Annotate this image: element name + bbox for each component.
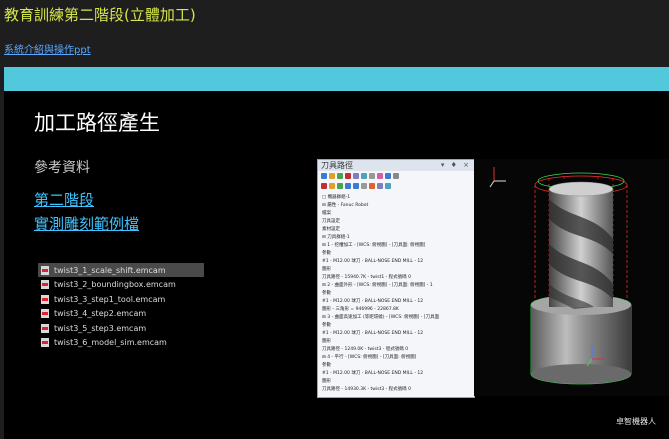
tree-node[interactable]: #1 - M12.00 球刀 - BALL-NOSE END MILL - 12 [322, 258, 474, 266]
slide-title: 加工路徑產生 [34, 111, 160, 135]
file-name: twist3_4_step2.emcam [54, 309, 147, 318]
stage-two-link[interactable]: 第二階段 [34, 189, 94, 210]
file-item[interactable]: twist3_4_step2.emcam [38, 307, 204, 321]
twisted-shaft [548, 181, 614, 309]
file-item[interactable]: twist3_5_step3.emcam [38, 321, 204, 335]
display-toolpath-icon[interactable] [377, 183, 383, 189]
system-intro-link[interactable]: 系統介紹與操作ppt [4, 41, 91, 56]
expand-icon[interactable] [329, 183, 335, 189]
page-title: 教育訓練第二階段(立體加工) [4, 6, 196, 24]
tree-node[interactable]: 素材設定 [322, 226, 474, 234]
tree-node[interactable]: 檔案 [322, 210, 474, 218]
tree-node[interactable]: 圖形 [322, 266, 474, 274]
select-all-icon[interactable] [321, 173, 327, 179]
display-tool-icon[interactable] [385, 183, 391, 189]
tree-node[interactable]: 圖形 - 三角形 = 946996 - 22867.8K [322, 306, 474, 314]
file-name: twist3_6_model_sim.emcam [54, 338, 167, 347]
lock-icon[interactable] [369, 173, 375, 179]
tree-node[interactable]: 參數 [322, 250, 474, 258]
toolpath-panel-header: 刀具路徑 ▾ ♦ × [318, 160, 474, 171]
regenerate-icon[interactable] [329, 173, 335, 179]
tree-node[interactable]: 刀具路徑 - 14930.3K - twist3 - 程式號碼 0 [322, 386, 474, 394]
file-name: twist3_1_scale_shift.emcam [54, 265, 166, 275]
tree-node[interactable]: ⊟ 刀具群組-1 [322, 234, 474, 242]
tree-node[interactable]: ⊟ 4 - 平行 - [WCS: 俯視圖] - [刀具面: 俯視圖] [322, 354, 474, 362]
move-up-icon[interactable] [353, 183, 359, 189]
tree-node[interactable]: ⊟ 屬性 - Fanuc Robot [322, 202, 474, 210]
stock-base [531, 295, 631, 384]
emcam-file-icon [41, 323, 49, 333]
tree-node[interactable]: #1 - M12.00 球刀 - BALL-NOSE END MILL - 12 [322, 370, 474, 378]
post-icon[interactable] [385, 173, 391, 179]
tree-node[interactable]: #1 - M12.00 球刀 - BALL-NOSE END MILL - 12 [322, 330, 474, 338]
simulate-icon[interactable] [361, 173, 367, 179]
header-band [4, 67, 669, 91]
tree-node[interactable]: 刀具路徑 - 15940.7K - twist1 - 程式號碼 0 [322, 274, 474, 282]
cam-3d-viewport[interactable] [474, 159, 669, 396]
reference-heading: 參考資料 [34, 160, 90, 176]
file-item[interactable]: twist3_1_scale_shift.emcam [38, 263, 204, 277]
emcam-file-icon [41, 265, 49, 275]
file-name: twist3_3_step1_tool.emcam [54, 294, 166, 304]
tree-node[interactable]: □ 機器群組-1 [322, 194, 474, 202]
collapse-icon[interactable] [337, 183, 343, 189]
tree-node[interactable]: 刀具設定 [322, 218, 474, 226]
move-down-icon[interactable] [345, 183, 351, 189]
credit-label: 卓智機器人 [616, 417, 656, 426]
emcam-file-icon [41, 309, 49, 318]
tree-node[interactable]: 刀具路徑 - 1249.0K - twist3 - 程式號碼 0 [322, 346, 474, 354]
help-icon[interactable] [393, 173, 399, 179]
verify-icon[interactable] [337, 173, 343, 179]
file-list: twist3_1_scale_shift.emcam twist3_2_boun… [38, 263, 204, 350]
tree-node[interactable]: 參數 [322, 322, 474, 330]
toolpath-tree: □ 機器群組-1 ⊟ 屬性 - Fanuc Robot 檔案 刀具設定 素材設定… [318, 191, 474, 394]
engraving-example-link[interactable]: 實測雕刻範例檔 [34, 213, 139, 234]
insert-arrow-icon[interactable] [361, 183, 367, 189]
cam-model-render [489, 167, 632, 385]
file-item[interactable]: twist3_6_model_sim.emcam [38, 336, 204, 350]
view-axis-icon [489, 167, 506, 188]
file-item[interactable]: twist3_2_boundingbox.emcam [38, 278, 204, 292]
tree-node[interactable]: 參數 [322, 290, 474, 298]
tree-node[interactable]: ⊟ 1 - 挖槽加工 - [WCS: 俯視圖] - [刀具面: 俯視圖] [322, 242, 474, 250]
panel-toolbar-secondary [318, 181, 474, 191]
backplot-icon[interactable] [353, 173, 359, 179]
tree-node[interactable]: #1 - M12.00 球刀 - BALL-NOSE END MILL - 12 [322, 298, 474, 306]
tree-node[interactable]: 圖形 [322, 338, 474, 346]
slide: 加工路徑產生 參考資料 第二階段 實測雕刻範例檔 twist3_1_scale_… [4, 91, 669, 439]
delete-icon[interactable] [321, 183, 327, 189]
toggle-icon[interactable] [377, 173, 383, 179]
toolpath-filter-icon[interactable] [369, 183, 375, 189]
tree-node[interactable]: 參數 [322, 362, 474, 370]
tree-node[interactable]: ⊟ 3 - 曲面高速加工 (等距環繞) - [WCS: 俯視圖] - [刀具面 [322, 314, 474, 322]
panel-controls[interactable]: ▾ ♦ × [441, 160, 471, 171]
file-name: twist3_5_step3.emcam [54, 323, 147, 333]
panel-title: 刀具路徑 [321, 161, 353, 170]
toolpath-panel: 刀具路徑 ▾ ♦ × □ 機器群組-1 ⊟ 屬性 - Fanuc Robot 檔… [317, 159, 475, 398]
dirty-icon[interactable] [345, 173, 351, 179]
emcam-file-icon [41, 294, 49, 304]
tree-node[interactable]: 圖形 [322, 378, 474, 386]
panel-toolbar [318, 171, 474, 181]
file-item[interactable]: twist3_3_step1_tool.emcam [38, 292, 204, 306]
file-name: twist3_2_boundingbox.emcam [54, 280, 176, 289]
tree-node[interactable]: ⊟ 2 - 曲面外形 - [WCS: 俯視圖] - [刀具面: 俯視圖] - 1 [322, 282, 474, 290]
emcam-file-icon [41, 280, 49, 289]
emcam-file-icon [41, 338, 49, 347]
